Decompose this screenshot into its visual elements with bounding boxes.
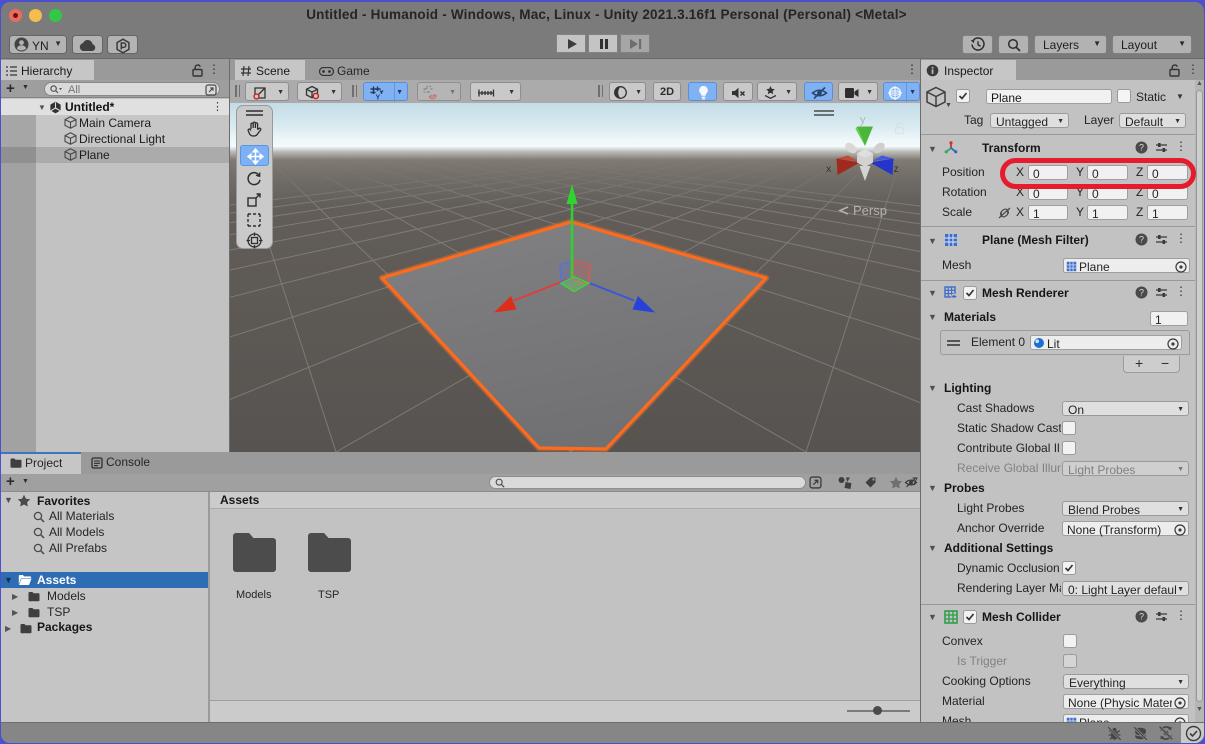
svg-text:y: y	[860, 114, 866, 126]
svg-text:?: ?	[1139, 288, 1144, 298]
svg-text:Y: Y	[376, 94, 381, 100]
svg-text:?: ?	[1139, 235, 1144, 245]
svg-text:x: x	[826, 163, 832, 175]
svg-text:Persp: Persp	[853, 203, 887, 218]
svg-text:?: ?	[1139, 612, 1144, 622]
svg-text:?: ?	[1139, 143, 1144, 153]
svg-text:z: z	[894, 163, 899, 175]
